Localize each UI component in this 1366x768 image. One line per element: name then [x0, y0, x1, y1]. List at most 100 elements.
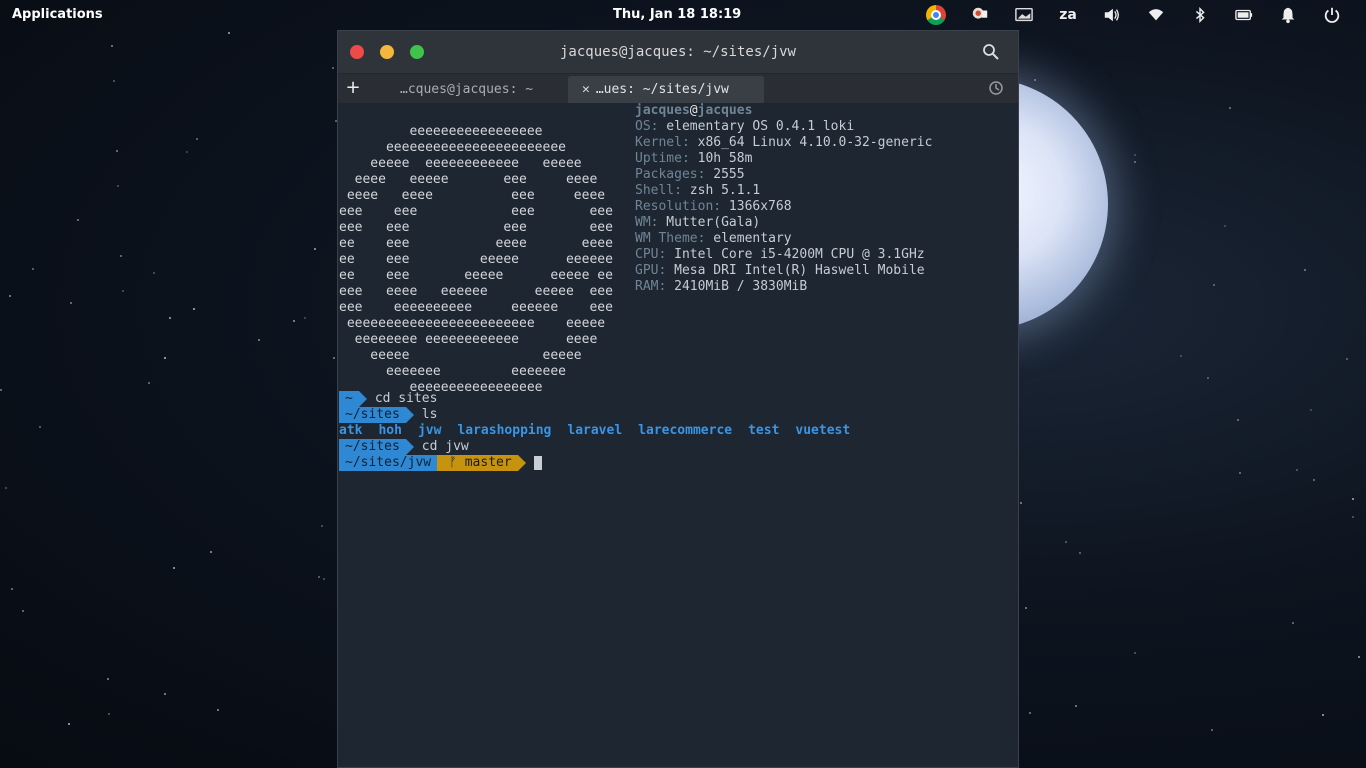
git-branch: ᚠ master	[437, 455, 518, 471]
info-value: Intel Core i5-4200M CPU @ 3.1GHz	[666, 247, 925, 262]
star	[164, 357, 166, 359]
indicator-area: za	[914, 4, 1354, 26]
power-icon[interactable]	[1310, 4, 1354, 26]
star	[1346, 358, 1348, 360]
star	[196, 138, 198, 140]
star	[68, 723, 70, 725]
new-tab-button[interactable]: +	[345, 77, 361, 98]
info-label: RAM:	[635, 279, 667, 294]
volume-icon[interactable]	[1090, 4, 1134, 26]
chrome-icon[interactable]	[914, 4, 958, 26]
info-row: Kernel: x86_64 Linux 4.10.0-32-generic	[635, 135, 932, 151]
star	[111, 45, 113, 47]
command: cd jvw	[421, 439, 469, 454]
info-row: OS: elementary OS 0.4.1 loki	[635, 119, 932, 135]
info-value: x86_64 Linux 4.10.0-32-generic	[689, 135, 933, 150]
prompt-line: ~/sites ls	[339, 407, 866, 423]
star	[120, 255, 122, 257]
star	[1025, 607, 1027, 609]
star	[1075, 705, 1077, 707]
star	[1134, 161, 1136, 163]
star	[1292, 622, 1294, 624]
keyboard-layout[interactable]: za	[1046, 4, 1090, 26]
command: ls	[421, 407, 438, 422]
star	[1034, 79, 1036, 81]
notifications-icon[interactable]	[1266, 4, 1310, 26]
directory-entry: larashopping	[457, 423, 552, 438]
star	[333, 357, 335, 359]
star	[1207, 377, 1209, 379]
tab-jvw[interactable]: ✕ …ues: ~/sites/jvw	[568, 76, 764, 103]
star	[153, 272, 155, 274]
star	[1322, 714, 1324, 716]
star	[228, 32, 230, 34]
star	[1020, 502, 1022, 504]
star	[9, 295, 11, 297]
star	[1079, 552, 1081, 554]
prompt-dir: ~/sites	[339, 439, 406, 455]
elementary-ascii-logo: eeeeeeeeeeeeeeeee eeeeeeeeeeeeeeeeeeeeee…	[339, 124, 613, 395]
star	[258, 339, 260, 341]
info-label: OS:	[635, 119, 659, 134]
star	[0, 389, 2, 391]
info-row: Shell: zsh 5.1.1	[635, 183, 932, 199]
info-value: 1366x768	[721, 199, 792, 214]
star	[77, 219, 79, 221]
star	[1029, 712, 1031, 714]
star	[1313, 479, 1315, 481]
display-icon[interactable]	[1002, 4, 1046, 26]
star	[210, 551, 212, 553]
battery-icon[interactable]	[1222, 4, 1266, 26]
star	[332, 67, 334, 69]
tab-label: …cques@jacques: ~	[400, 82, 534, 97]
star	[1211, 729, 1213, 731]
prompt-dir: ~/sites	[339, 407, 406, 423]
star	[304, 317, 306, 319]
directory-entry: atk	[339, 423, 363, 438]
prompt-dir: ~	[339, 391, 359, 407]
info-value: elementary	[705, 231, 792, 246]
info-value: 10h 58m	[689, 151, 753, 166]
info-row: WM: Mutter(Gala)	[635, 215, 932, 231]
clock[interactable]: Thu, Jan 18 18:19	[613, 7, 741, 22]
history-icon[interactable]	[988, 80, 1004, 96]
ls-output: atk hoh jvw larashopping laravel larecommerce…	[339, 423, 866, 439]
star	[169, 317, 171, 319]
tab-bar: + …cques@jacques: ~ ✕ …ues: ~/sites/jvw	[338, 73, 1018, 103]
directory-entry: laravel	[567, 423, 623, 438]
star	[1304, 269, 1306, 271]
terminal-window: jacques@jacques: ~/sites/jvw + …cques@ja…	[337, 30, 1019, 768]
terminal-output[interactable]: eeeeeeeeeeeeeeeee eeeeeeeeeeeeeeeeeeeeee…	[338, 103, 1018, 767]
current-prompt[interactable]: ~/sites/jvw ᚠ master	[339, 455, 866, 471]
star	[1134, 154, 1136, 156]
close-tab-icon[interactable]: ✕	[582, 82, 590, 97]
star	[1213, 284, 1215, 286]
star	[1229, 107, 1231, 109]
command: cd sites	[374, 391, 438, 406]
star	[321, 525, 323, 527]
star	[5, 487, 7, 489]
star	[1065, 541, 1067, 543]
bluetooth-icon[interactable]	[1178, 4, 1222, 26]
text-cursor[interactable]	[533, 456, 542, 470]
applications-menu[interactable]: Applications	[12, 7, 103, 22]
top-panel: Applications Thu, Jan 18 18:19 za	[0, 0, 1366, 30]
info-value: 2410MiB / 3830MiB	[666, 279, 808, 294]
directory-entry: vuetest	[795, 423, 851, 438]
window-titlebar[interactable]: jacques@jacques: ~/sites/jvw	[338, 31, 1018, 73]
star	[1352, 498, 1354, 500]
star	[22, 610, 24, 612]
search-icon[interactable]	[982, 43, 1000, 61]
star	[1134, 652, 1136, 654]
window-title: jacques@jacques: ~/sites/jvw	[559, 44, 796, 60]
star	[293, 320, 295, 322]
notes-icon[interactable]	[958, 4, 1002, 26]
info-label: WM Theme:	[635, 231, 706, 246]
tab-home[interactable]: …cques@jacques: ~	[400, 76, 560, 103]
star	[1224, 225, 1226, 227]
star	[117, 185, 119, 187]
wifi-icon[interactable]	[1134, 4, 1178, 26]
info-value: Mutter(Gala)	[658, 215, 761, 230]
star	[217, 709, 219, 711]
info-label: Shell:	[635, 183, 682, 198]
